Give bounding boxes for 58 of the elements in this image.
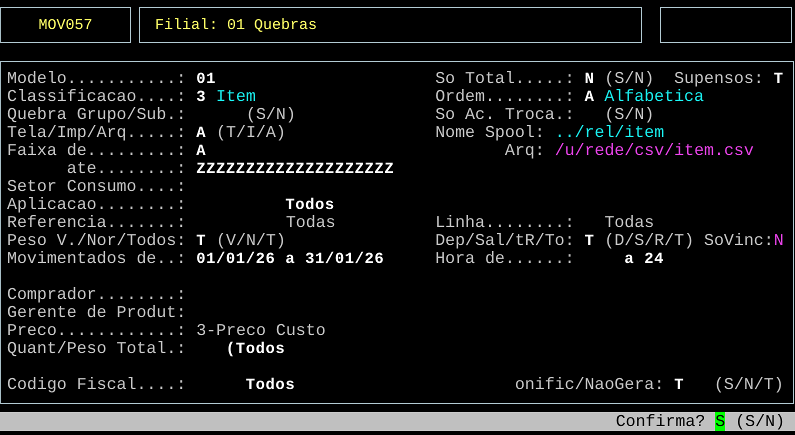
field-label: Referencia.......: <box>7 214 188 232</box>
field-value: N <box>584 70 594 88</box>
field-label: Arq: <box>504 142 546 160</box>
field-label: Faixa de.........: <box>7 142 188 160</box>
field-label: Modelo...........: <box>7 70 188 88</box>
field-label: Nome Spool: <box>435 124 546 142</box>
field-label: (V/N/T) <box>215 232 286 250</box>
field-label: ate........: <box>66 160 188 178</box>
program-code: MOV057 <box>0 7 131 43</box>
field-value: 01 <box>196 70 216 88</box>
field-label: Codigo Fiscal....: <box>7 376 188 394</box>
field-label: Hora de......: <box>435 250 576 268</box>
field-value: A <box>196 124 206 142</box>
field-label: Ordem........: <box>435 88 576 106</box>
field-label: Quebra Grupo/Sub.: (S/N) <box>7 106 296 124</box>
field-label: Peso V./Nor/Todos: <box>7 232 188 250</box>
answer-options: (S/N) <box>725 412 785 431</box>
field-value: Alfabetica <box>604 88 704 106</box>
field-label: So Ac. Troca.: (S/N) <box>435 106 654 124</box>
field-value: T <box>584 232 594 250</box>
field-value: (Todos <box>224 340 286 358</box>
field-value: 3 <box>196 88 208 106</box>
field-label: Dep/Sal/tR/To: <box>435 232 576 250</box>
field-value: a 24 <box>624 250 664 268</box>
field-label: Todas <box>284 214 336 232</box>
field-label: Classificacao....: <box>7 88 188 106</box>
field-value: Item <box>216 88 256 106</box>
field-value: ZZZZZZZZZZZZZZZZZZZZ <box>196 160 394 178</box>
field-label: onific/NaoGera: <box>514 376 666 394</box>
field-label: So Total.....: <box>435 70 576 88</box>
field-value: T <box>196 232 206 250</box>
field-label: (S/N) Supensos: <box>603 70 765 88</box>
field-value: A <box>584 88 596 106</box>
field-value: T <box>674 376 684 394</box>
field-value: N <box>774 232 784 250</box>
field-label: (S/N/T) <box>712 376 784 394</box>
field-label: Aplicacao........: <box>7 196 188 214</box>
field-label: 3-Preco Custo <box>196 322 326 340</box>
field-label: Quant/Peso Total.: <box>7 340 188 358</box>
field-label: Comprador........: <box>7 286 186 304</box>
field-label: Gerente de Produt: <box>7 304 186 322</box>
field-label: Linha........: Todas <box>435 214 654 232</box>
field-value: ../rel/item <box>554 124 664 142</box>
field-label: (T/I/A) <box>215 124 286 142</box>
field-label: Setor Consumo....: <box>7 178 186 196</box>
confirm-prompt: Confirma? <box>616 412 706 431</box>
screen-title: Filial: 01 Quebras <box>139 7 642 43</box>
field-value: Todos <box>284 196 335 214</box>
field-label: (D/S/R/T) SoVinc: <box>603 232 774 250</box>
field-value: Todos <box>244 376 296 394</box>
field-value: A <box>196 142 206 160</box>
field-value: T <box>774 70 784 88</box>
field-value: /u/rede/csv/item.csv <box>554 142 754 160</box>
answer-field[interactable]: S <box>715 412 726 431</box>
field-label: Preco............: <box>7 322 188 340</box>
field-label: Movimentados de..: <box>7 250 188 268</box>
field-value: 01/01/26 a 31/01/26 <box>196 250 384 268</box>
field-label: Tela/Imp/Arq.....: <box>7 124 188 142</box>
